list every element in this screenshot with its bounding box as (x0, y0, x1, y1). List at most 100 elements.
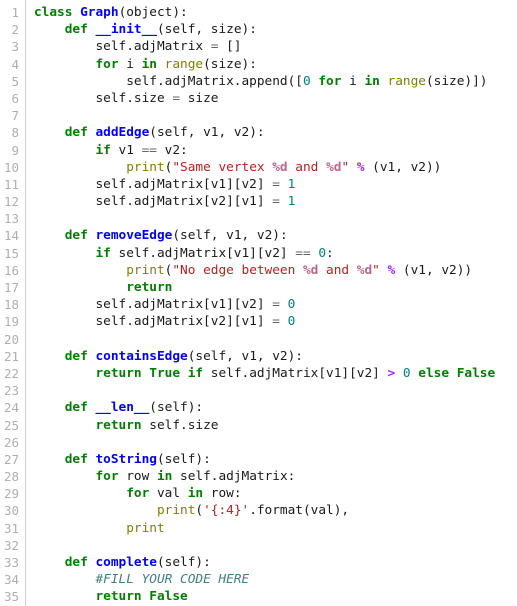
code-line[interactable] (34, 537, 517, 554)
code-line[interactable]: def toString(self): (34, 451, 517, 468)
code-line[interactable]: self.adjMatrix = [] (34, 38, 517, 55)
code-token: class (34, 5, 73, 20)
code-line[interactable]: self.adjMatrix[v2][v1] = 1 (34, 193, 517, 210)
code-line[interactable]: def addEdge(self, v1, v2): (34, 124, 517, 141)
code-token: row (118, 469, 157, 485)
code-token: 0 (318, 245, 327, 261)
code-line[interactable]: return (34, 279, 517, 296)
code-token: [] (218, 39, 242, 55)
code-line[interactable]: print (34, 520, 517, 537)
code-line[interactable]: print("No edge between %d and %d" % (v1,… (34, 262, 517, 279)
code-line[interactable]: return False (34, 588, 517, 605)
code-token: (object): (118, 5, 188, 20)
line-number: 28 (3, 469, 19, 485)
code-line[interactable]: for i in range(size): (34, 56, 517, 73)
line-number-gutter: 1 2 3 4 5 6 7 8 9 10 11 12 13 14 15 16 17 18 19 20 21 22 23 24 2… (0, 0, 26, 606)
code-token: #FILL YOUR CODE HERE (95, 572, 250, 588)
code-token: % (356, 159, 365, 175)
code-content-area[interactable]: class Graph(object): def __init__(self, … (26, 0, 517, 606)
code-token: (size)]) (425, 73, 488, 89)
code-token: = (172, 90, 181, 106)
code-token: self.adjMatrix[v1][v2] (110, 245, 296, 261)
code-line[interactable] (34, 434, 517, 451)
code-token: (self, v1, v2): (149, 125, 265, 141)
code-line[interactable]: def removeEdge(self, v1, v2): (34, 227, 517, 244)
code-token: (self): (156, 451, 211, 467)
code-line[interactable]: for row in self.adjMatrix: (34, 468, 517, 485)
code-line[interactable]: def containsEdge(self, v1, v2): (34, 348, 517, 365)
line-number: 11 (3, 176, 19, 192)
code-token: self.adjMatrix.append([ (34, 73, 303, 89)
code-line[interactable] (34, 210, 517, 227)
code-line[interactable]: if self.adjMatrix[v1][v2] == 0: (34, 245, 517, 262)
code-line[interactable]: def complete(self): (34, 554, 517, 571)
code-token: False (456, 365, 496, 381)
code-line[interactable]: def __init__(self, size): (34, 21, 517, 38)
line-number: 33 (3, 555, 19, 570)
code-token: toString (95, 451, 158, 467)
code-line[interactable]: #FILL YOUR CODE HERE (34, 571, 517, 588)
line-number: 31 (3, 520, 19, 536)
code-token: if (187, 365, 204, 381)
line-number: 2 (11, 22, 19, 38)
code-token: return (95, 589, 142, 605)
code-token: %d (356, 262, 373, 278)
code-line[interactable]: self.adjMatrix.append([0 for i in range(… (34, 73, 517, 90)
code-token: self.adjMatrix[v1][v2] (34, 297, 273, 313)
code-line[interactable]: class Graph(object): (34, 4, 517, 21)
line-number: 22 (3, 365, 19, 381)
line-number: 1 (11, 5, 19, 20)
code-line[interactable]: self.adjMatrix[v1][v2] = 1 (34, 176, 517, 193)
code-line[interactable]: self.size = size (34, 90, 517, 107)
code-token: (self, size): (156, 22, 257, 38)
code-token: for (126, 486, 150, 502)
code-line[interactable]: for val in row: (34, 485, 517, 502)
code-token: return (95, 417, 142, 433)
code-token: v2: (156, 142, 188, 158)
code-line[interactable]: def __len__(self): (34, 399, 517, 416)
code-line[interactable] (34, 331, 517, 348)
code-line[interactable] (34, 382, 517, 399)
code-token: def (64, 348, 88, 364)
code-token: __init__ (95, 22, 158, 38)
code-viewer[interactable]: 1 2 3 4 5 6 7 8 9 10 11 12 13 14 15 16 17 18 19 20 21 22 23 24 2… (0, 0, 517, 606)
code-token: addEdge (95, 125, 150, 141)
code-token: in (156, 469, 173, 485)
line-number: 18 (3, 297, 19, 313)
code-line[interactable]: return self.size (34, 417, 517, 434)
code-line[interactable]: return True if self.adjMatrix[v1][v2] > … (34, 365, 517, 382)
code-token: for (318, 73, 342, 89)
code-token: False (149, 589, 188, 605)
code-token: in (187, 486, 204, 502)
code-line[interactable]: print("Same vertex %d and %d" % (v1, v2)… (34, 159, 517, 176)
code-line[interactable]: self.adjMatrix[v2][v1] = 0 (34, 313, 517, 330)
code-token: if (95, 245, 111, 261)
code-line[interactable]: print('{:4}'.format(val), (34, 502, 517, 519)
line-number: 25 (3, 417, 19, 433)
code-line[interactable]: if v1 == v2: (34, 142, 517, 159)
code-line[interactable]: self.adjMatrix[v1][v2] = 0 (34, 296, 517, 313)
code-line[interactable] (34, 107, 517, 124)
line-number: 21 (3, 348, 19, 364)
line-number: 8 (11, 125, 19, 141)
code-token: = (272, 194, 280, 210)
code-token: "No edge between (172, 262, 303, 278)
